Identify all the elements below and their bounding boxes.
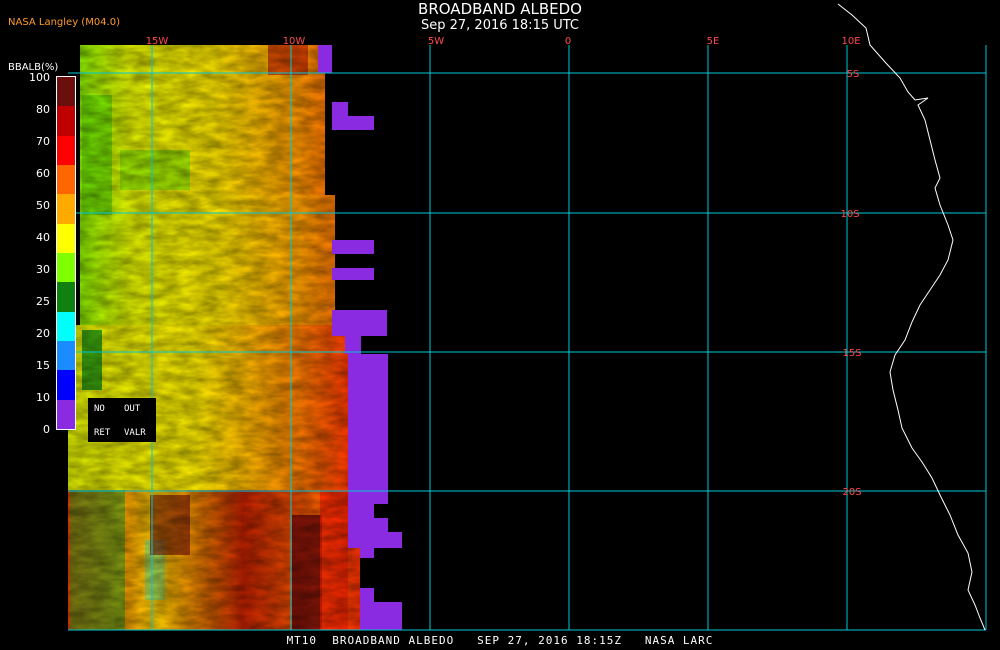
no-retrieval-legend: NO OUT RET VALR [88,398,156,442]
legend-out: OUT [124,404,141,414]
colorbar-tick-label: 15 [36,359,50,372]
lat-label-20s: 20S [842,487,861,498]
colorbar-tick-label: 10 [36,391,50,404]
albedo-map: 15W 10W 5W 0 5E 10E 5S 10S 15S 20S [68,3,987,631]
colorbar-swatch [57,165,75,195]
colorbar-ticks: 100 80 70 60 50 40 30 25 20 15 10 0 [10,0,54,650]
lon-label-5e: 5E [707,36,720,47]
lat-label-15s: 15S [842,348,861,359]
colorbar-swatch [57,341,75,371]
lat-label-5s: 5S [847,69,860,80]
colorbar-swatch [57,223,75,254]
colorbar-swatch [57,194,75,225]
colorbar-tick-label: 50 [36,199,50,212]
colorbar-swatch [57,370,75,401]
coastline [837,3,986,631]
lat-label-10s: 10S [840,209,859,220]
lon-label-15w: 15W [146,36,169,47]
colorbar-tick-label: 30 [36,263,50,276]
colorbar [56,76,76,430]
colorbar-swatches [57,77,75,430]
lon-label-0: 0 [565,36,571,47]
colorbar-swatch [57,77,75,107]
albedo-swath [68,45,360,630]
map-title: BROADBAND ALBEDO [418,0,582,18]
map-title-block: BROADBAND ALBEDO Sep 27, 2016 18:15 UTC [0,0,1000,33]
colorbar-swatch [57,311,75,342]
colorbar-tick-label: 70 [36,135,50,148]
colorbar-swatch [57,253,75,283]
map-timestamp: Sep 27, 2016 18:15 UTC [420,18,580,33]
colorbar-tick-label: 0 [43,423,50,436]
latitude-labels: 5S 10S 15S 20S [840,69,861,498]
colorbar-tick-label: 60 [36,167,50,180]
colorbar-swatch [57,106,75,137]
colorbar-swatch [57,399,75,430]
colorbar-tick-label: 20 [36,327,50,340]
colorbar-tick-label: 25 [36,295,50,308]
footer-caption: MT10 BROADBAND ALBEDO SEP 27, 2016 18:15… [286,634,714,647]
colorbar-swatch [57,282,75,313]
legend-valr: VALR [124,428,146,438]
lon-label-10w: 10W [283,36,306,47]
lon-label-5w: 5W [428,36,444,47]
legend-no: NO [94,404,105,414]
colorbar-swatch [57,135,75,166]
lon-label-10e: 10E [841,36,860,47]
legend-ret: RET [94,428,111,438]
colorbar-tick-label: 80 [36,103,50,116]
colorbar-tick-label: 40 [36,231,50,244]
colorbar-tick-label: 100 [29,71,50,84]
